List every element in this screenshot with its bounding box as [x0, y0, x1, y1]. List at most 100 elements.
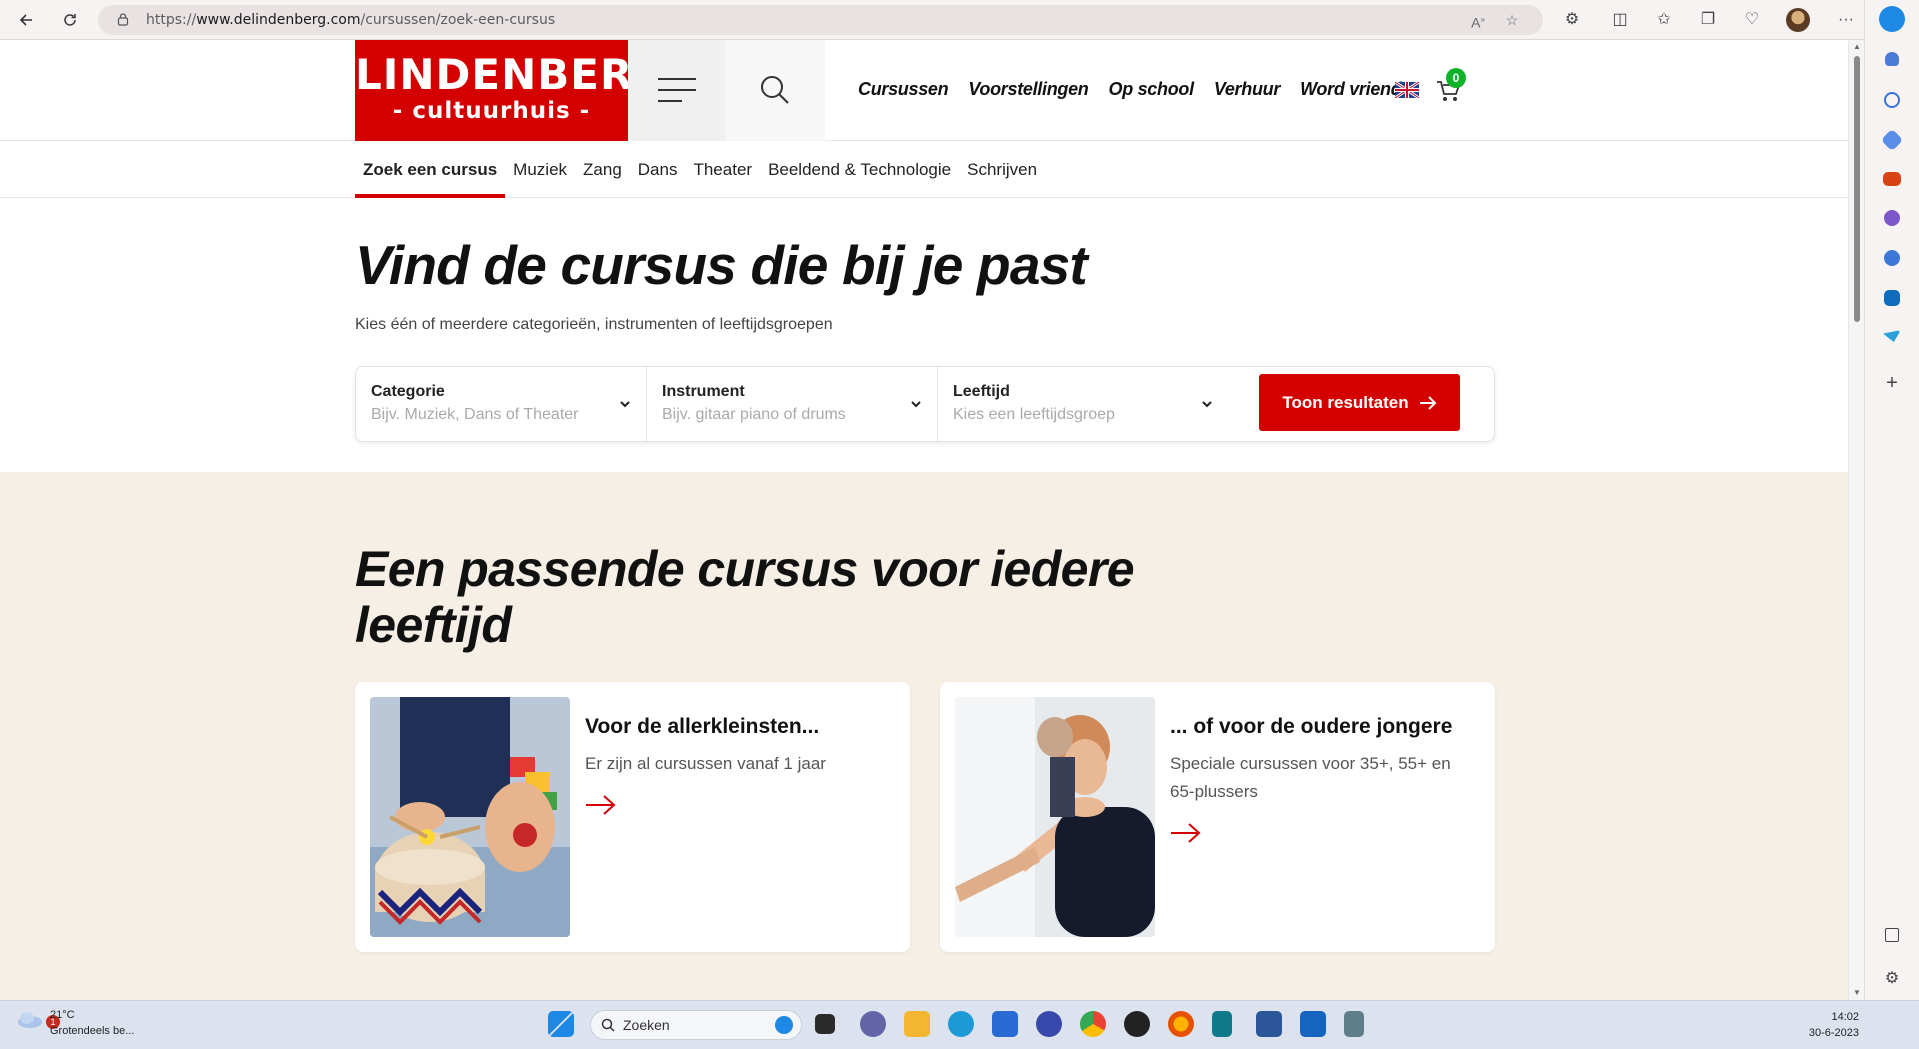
tab-schrijven[interactable]: Schrijven	[959, 141, 1045, 198]
logo-line-2: - cultuurhuis -	[392, 98, 591, 124]
tab-beeldend-technologie[interactable]: Beeldend & Technologie	[760, 141, 959, 198]
section-title: Een passende cursus voor iedere leeftijd	[355, 541, 1135, 653]
main-nav: Cursussen Voorstellingen Op school Verhu…	[858, 79, 1402, 100]
category-placeholder: Bijv. Muziek, Dans of Theater	[371, 406, 579, 423]
category-select[interactable]: Categorie Bijv. Muziek, Dans of Theater	[356, 367, 647, 441]
page-title: Vind de cursus die bij je past	[355, 234, 1088, 296]
scroll-down-icon[interactable]: ▼	[1852, 988, 1862, 998]
tools-icon[interactable]	[1883, 172, 1901, 186]
favorites-icon[interactable]: ✩	[1652, 8, 1676, 32]
instrument-placeholder: Bijv. gitaar piano of drums	[662, 406, 846, 423]
nav-verhuur[interactable]: Verhuur	[1214, 79, 1281, 100]
card-seniors[interactable]: ... of voor de oudere jongere Speciale c…	[940, 682, 1495, 952]
back-icon[interactable]	[12, 6, 40, 34]
search-icon	[761, 76, 789, 104]
site-header: LINDENBERG - cultuurhuis - Cursussen Voo…	[0, 40, 1848, 141]
scrollbar-thumb[interactable]	[1854, 56, 1860, 322]
hamburger-menu-button[interactable]	[628, 40, 725, 141]
nav-word-vriend[interactable]: Word vriend	[1300, 79, 1402, 100]
weather-description: Grotendeels be...	[50, 1025, 135, 1037]
snipping-tool-icon[interactable]	[1344, 1011, 1364, 1037]
favorite-star-icon[interactable]: ☆	[1502, 10, 1522, 30]
teams-icon[interactable]	[860, 1011, 886, 1037]
read-aloud-icon[interactable]: A»	[1468, 10, 1488, 31]
card-title: Voor de allerkleinsten...	[585, 715, 820, 738]
menu-line	[658, 89, 696, 91]
show-results-button[interactable]: Toon resultaten	[1259, 374, 1460, 431]
send-icon[interactable]	[1883, 330, 1901, 342]
arrow-right-icon[interactable]	[1170, 822, 1202, 844]
cart-count-badge: 0	[1446, 68, 1466, 88]
task-view-icon[interactable]	[815, 1014, 835, 1034]
chrome-icon[interactable]	[1080, 1011, 1106, 1037]
instrument-select[interactable]: Instrument Bijv. gitaar piano of drums	[647, 367, 938, 441]
page-viewport: LINDENBERG - cultuurhuis - Cursussen Voo…	[0, 40, 1848, 1000]
chevron-down-icon	[911, 401, 921, 408]
games-icon[interactable]	[1884, 210, 1900, 226]
windows-taskbar: 1 21°C Grotendeels be... Zoeken 14:02 30…	[0, 1000, 1919, 1049]
site-logo[interactable]: LINDENBERG - cultuurhuis -	[355, 40, 669, 141]
nav-voorstellingen[interactable]: Voorstellingen	[968, 79, 1088, 100]
show-results-label: Toon resultaten	[1282, 392, 1409, 412]
profile-avatar[interactable]	[1786, 8, 1810, 32]
collections-icon[interactable]: ❐	[1696, 8, 1720, 32]
copilot-icon[interactable]	[1879, 6, 1905, 32]
age-label: Leeftijd	[953, 383, 1010, 400]
word-icon[interactable]	[1256, 1011, 1282, 1037]
tab-zang[interactable]: Zang	[575, 141, 630, 198]
weather-widget[interactable]: 1 21°C Grotendeels be...	[16, 1009, 134, 1037]
tab-theater[interactable]: Theater	[685, 141, 760, 198]
split-screen-icon[interactable]: ◫	[1608, 8, 1632, 32]
notepad-icon[interactable]	[1212, 1011, 1232, 1037]
senior-dance-image	[955, 697, 1155, 937]
weather-temperature: 21°C	[50, 1009, 75, 1021]
search-button[interactable]	[725, 40, 825, 141]
age-placeholder: Kies een leeftijdsgroep	[953, 406, 1115, 423]
menu-line	[658, 78, 696, 80]
windows-start-icon[interactable]	[548, 1011, 574, 1037]
clock-time: 14:02	[1831, 1011, 1859, 1023]
uk-flag-icon[interactable]	[1395, 82, 1419, 98]
firefox-icon[interactable]	[1168, 1011, 1194, 1037]
cloud-icon	[18, 1012, 42, 1028]
performance-icon[interactable]: ♡	[1740, 8, 1764, 32]
tab-dans[interactable]: Dans	[630, 141, 686, 198]
search-icon	[601, 1018, 615, 1032]
more-menu-icon[interactable]: ···	[1834, 8, 1858, 32]
age-select[interactable]: Leeftijd Kies een leeftijdsgroep	[938, 367, 1238, 441]
nav-op-school[interactable]: Op school	[1109, 79, 1195, 100]
address-bar[interactable]: https://www.delindenberg.com/cursussen/z…	[98, 5, 1543, 35]
taskbar-search-box[interactable]: Zoeken	[590, 1010, 802, 1040]
card-toddlers[interactable]: Voor de allerkleinsten... Er zijn al cur…	[355, 682, 910, 952]
card-text: Speciale cursussen voor 35+, 55+ en 65-p…	[1170, 754, 1451, 801]
arrow-right-icon[interactable]	[585, 794, 617, 816]
tab-zoek-een-cursus[interactable]: Zoek een cursus	[355, 141, 506, 198]
tab-muziek[interactable]: Muziek	[505, 141, 575, 198]
chevron-down-icon	[1202, 401, 1212, 408]
browser-toolbar: https://www.delindenberg.com/cursussen/z…	[0, 0, 1919, 40]
sidebar-toggle-icon[interactable]	[1885, 928, 1899, 942]
lock-icon[interactable]	[116, 12, 130, 26]
scroll-up-icon[interactable]: ▲	[1852, 42, 1862, 52]
refresh-icon[interactable]	[56, 6, 84, 34]
edge-icon[interactable]	[948, 1011, 974, 1037]
category-label: Categorie	[371, 383, 445, 400]
extensions-icon[interactable]: ⚙	[1560, 8, 1584, 32]
page-scrollbar[interactable]: ▲ ▼	[1848, 40, 1864, 1000]
logo-line-1: LINDENBERG	[355, 50, 669, 99]
file-explorer-icon[interactable]	[904, 1011, 930, 1037]
app-icon[interactable]	[1300, 1011, 1326, 1037]
notifications-icon[interactable]	[1885, 52, 1899, 66]
microsoft-365-icon[interactable]	[1884, 250, 1900, 266]
search-icon[interactable]	[1884, 92, 1900, 108]
settings-icon[interactable]: ⚙	[1881, 968, 1903, 990]
taskbar-search-label: Zoeken	[623, 1017, 670, 1033]
lock-app-icon[interactable]	[1124, 1011, 1150, 1037]
shopping-icon[interactable]	[1880, 128, 1904, 152]
outlook-icon[interactable]	[1884, 290, 1900, 306]
nav-cursussen[interactable]: Cursussen	[858, 79, 949, 100]
system-clock[interactable]: 14:02 30-6-2023	[1809, 1009, 1859, 1041]
store-icon[interactable]	[992, 1011, 1018, 1037]
app-icon[interactable]	[1036, 1011, 1062, 1037]
add-icon[interactable]: +	[1881, 372, 1903, 394]
